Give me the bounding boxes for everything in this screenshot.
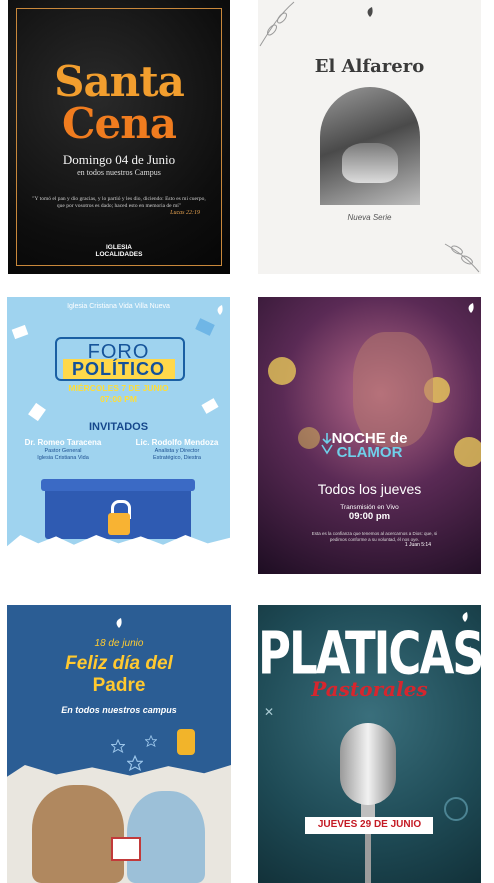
card-title-line1: Feliz día del bbox=[65, 653, 173, 674]
star-icon bbox=[127, 755, 143, 771]
card-title: El Alfarero bbox=[314, 56, 425, 77]
event-time: 07:00 PM bbox=[100, 394, 137, 404]
card-title-line2: POLÍTICO bbox=[72, 359, 165, 379]
el-alfarero-card[interactable]: El Alfarero Nueva Serie bbox=[258, 0, 481, 274]
potter-photo bbox=[320, 87, 420, 205]
leaf-branch-icon bbox=[444, 243, 480, 273]
event-date: 18 de junio bbox=[94, 638, 144, 649]
church-name: Iglesia Cristiana Vida Villa Nueva bbox=[67, 303, 170, 310]
confetti-pile bbox=[7, 535, 230, 563]
card-campus: en todos nuestros Campus bbox=[77, 168, 161, 177]
card-date: Domingo 04 de Junio bbox=[62, 152, 176, 167]
foro-politico-card[interactable]: Iglesia Cristiana Vida Villa Nueva FORO … bbox=[7, 297, 230, 563]
card-verse: "Y tomó el pan y dio gracias, y lo parti… bbox=[32, 196, 206, 209]
card-verse-reference: Lucas 22:19 bbox=[170, 210, 200, 216]
card-title-line2: CLAMOR bbox=[336, 444, 403, 461]
card-verse-reference: 1 Juan 5:14 bbox=[404, 542, 431, 548]
event-date: JUEVES 29 DE JUNIO bbox=[317, 819, 422, 830]
noche-de-clamor-card[interactable]: NOCHE de CLAMOR Todos los jueves Transmi… bbox=[258, 297, 481, 574]
santa-cena-card[interactable]: Santa Cena Domingo 04 de Junio en todos … bbox=[8, 0, 230, 274]
card-verse: Esta es la confianza que tenemos al acer… bbox=[311, 531, 438, 542]
dia-del-padre-card[interactable]: 18 de junio Feliz día del Padre En todos… bbox=[7, 605, 231, 883]
ballot-box-lid bbox=[41, 479, 195, 491]
church-logo-line2: LOCALIDADES bbox=[95, 251, 143, 258]
card-title: PLATICAS bbox=[258, 618, 481, 688]
card-subtitle: Nueva Serie bbox=[347, 213, 392, 222]
star-icon bbox=[111, 739, 125, 753]
confetti-paper bbox=[195, 318, 215, 336]
leaf-icon bbox=[114, 617, 124, 629]
leaf-branch-icon bbox=[259, 1, 295, 47]
guest: Dr. Romeo Taracena Pastor General Iglesi… bbox=[13, 438, 113, 461]
star-icon bbox=[145, 735, 157, 747]
church-logo-line1: IGLESIA bbox=[105, 244, 132, 251]
event-time: 09:00 pm bbox=[348, 511, 391, 522]
confetti-paper bbox=[28, 402, 46, 422]
platicas-pastorales-card[interactable]: ✕ ✕ PLATICAS Pastorales JUEVES 29 DE JUN… bbox=[258, 605, 481, 883]
guest-role: Estratégico, Diestra bbox=[153, 454, 201, 461]
event-schedule: Todos los jueves bbox=[317, 481, 422, 497]
card-subtitle: Pastorales bbox=[311, 677, 428, 701]
confetti-paper bbox=[11, 324, 29, 340]
event-date: MIÉRCOLES 7 DE JUNIO bbox=[68, 383, 169, 393]
card-title-line2: Cena bbox=[62, 99, 177, 148]
guest: Lic. Rodolfo Mendoza Analista y Director… bbox=[127, 438, 227, 461]
father-photo bbox=[32, 785, 124, 883]
guest-role: Iglesia Cristiana Vida bbox=[37, 454, 89, 461]
guest-name: Dr. Romeo Taracena bbox=[24, 438, 102, 447]
cross-mark-icon: ✕ bbox=[264, 705, 275, 719]
leaf-icon bbox=[466, 302, 476, 314]
padlock-icon bbox=[108, 513, 130, 535]
gift-icon bbox=[111, 837, 141, 861]
card-campus: En todos nuestros campus bbox=[61, 705, 177, 715]
card-title-line2: Padre bbox=[92, 675, 146, 696]
leaf-icon bbox=[365, 6, 375, 18]
microphone-icon bbox=[340, 723, 396, 805]
broadcast-label: Transmisión en Vivo bbox=[340, 504, 399, 511]
church-logo: IGLESIA LOCALIDADES bbox=[8, 244, 230, 258]
bokeh-light bbox=[268, 357, 296, 385]
microphone-stand bbox=[365, 833, 371, 883]
guest-name: Lic. Rodolfo Mendoza bbox=[135, 438, 219, 447]
guests-heading: INVITADOS bbox=[88, 421, 149, 433]
circle-decoration bbox=[444, 797, 468, 821]
medal-icon bbox=[177, 729, 195, 755]
pottery-wheel bbox=[342, 143, 398, 183]
card-title-line1: Santa bbox=[54, 57, 185, 106]
